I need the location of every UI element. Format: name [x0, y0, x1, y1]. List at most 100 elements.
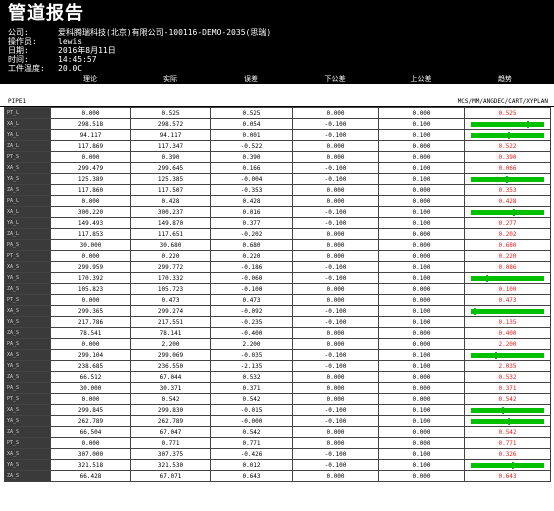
trend-value: 0.326 [498, 450, 517, 458]
table-row[interactable]: ZA_S 105.823 105.723 -0.100 0.000 0.000 0.100 [4, 283, 551, 295]
table-row[interactable]: ZA_S 66.512 67.044 0.532 0.000 0.000 0.532 [4, 371, 551, 383]
upper-tolerance-cell: 0.000 [378, 327, 465, 339]
trend-bar [471, 175, 544, 183]
table-row[interactable]: ZA_S 66.504 67.047 0.542 0.000 0.000 0.542 [4, 426, 551, 438]
table-row[interactable]: XA_S 299.959 299.772 -0.186 -0.100 0.100 0.086 [4, 261, 551, 273]
actual-cell: 321.530 [130, 459, 211, 471]
table-row[interactable]: PT_S 0.000 0.542 0.542 0.000 0.000 0.542 [4, 393, 551, 405]
table-row[interactable]: PT_S 0.000 0.771 0.771 0.000 0.000 0.771 [4, 437, 551, 449]
row-label: PT_L [4, 107, 51, 119]
upper-tolerance-cell: 0.100 [378, 415, 465, 427]
trend-cell [464, 404, 551, 416]
table-row[interactable]: PT_S 0.000 0.220 0.220 0.000 0.000 0.220 [4, 250, 551, 262]
upper-tolerance-cell: 0.000 [378, 371, 465, 383]
table-row[interactable]: ZA_S 78.541 78.141 -0.400 0.000 0.000 0.400 [4, 327, 551, 339]
deviation-cell: -0.235 [210, 316, 293, 328]
upper-tolerance-cell: 0.100 [378, 206, 465, 218]
upper-tolerance-cell: 0.100 [378, 129, 465, 141]
table-row[interactable]: PA_S 0.000 2.200 2.200 0.000 0.000 2.200 [4, 338, 551, 350]
table-row[interactable]: PT_S 0.000 0.473 0.473 0.000 0.000 0.473 [4, 294, 551, 306]
nominal-cell: 299.104 [50, 349, 131, 361]
table-row[interactable]: YA_S 125.389 125.385 -0.004 -0.100 0.100 [4, 173, 551, 185]
lower-tolerance-cell: 0.000 [292, 294, 379, 306]
table-row[interactable]: ZA_L 117.853 117.651 -0.202 0.000 0.000 0.202 [4, 228, 551, 240]
table-row[interactable]: XA_S 299.365 299.274 -0.092 -0.100 0.100 [4, 305, 551, 317]
table-row[interactable]: XA_L 300.220 300.237 0.016 -0.100 0.100 [4, 206, 551, 218]
lower-tolerance-cell: 0.000 [292, 140, 379, 152]
table-row[interactable]: YA_S 170.392 170.332 -0.060 -0.100 0.100 [4, 272, 551, 284]
upper-tolerance-cell: 0.000 [378, 228, 465, 240]
trend-value: 0.428 [498, 197, 517, 205]
row-label: XA_S [4, 349, 51, 361]
nominal-cell: 299.845 [50, 404, 131, 416]
deviation-cell: -0.035 [210, 349, 293, 361]
trend-cell: 0.326 [464, 448, 551, 460]
trend-cell: 0.135 [464, 316, 551, 328]
table-row[interactable]: PA_S 30.000 30.371 0.371 0.000 0.000 0.371 [4, 382, 551, 394]
table-row[interactable]: YA_S 217.786 217.551 -0.235 -0.100 0.100 0.135 [4, 316, 551, 328]
lower-tolerance-cell: -0.100 [292, 305, 379, 317]
row-label: PT_S [4, 250, 51, 262]
trend-cell: 0.428 [464, 195, 551, 207]
deviation-cell: 0.220 [210, 250, 293, 262]
trend-value: 0.542 [498, 395, 517, 403]
actual-cell: 299.274 [130, 305, 211, 317]
trend-marker [473, 307, 476, 315]
date-label: 日期: [8, 46, 29, 55]
actual-cell: 67.071 [130, 470, 211, 482]
row-label: PA_S [4, 382, 51, 394]
trend-bar [471, 351, 544, 359]
actual-cell: 170.332 [130, 272, 211, 284]
table-row[interactable]: XA_S 299.104 299.069 -0.035 -0.100 0.100 [4, 349, 551, 361]
nominal-cell: 30.000 [50, 239, 131, 251]
trend-marker [527, 120, 530, 128]
table-row[interactable]: XA_S 299.479 299.645 0.166 -0.100 0.100 0.066 [4, 162, 551, 174]
upper-tolerance-cell: 0.000 [378, 283, 465, 295]
pipe-mode: MCS/MM/ANGDEC/CART/XYPLAN [457, 98, 548, 105]
trend-cell [464, 118, 551, 130]
table-row[interactable]: ZA_L 117.869 117.347 -0.522 0.000 0.000 0.522 [4, 140, 551, 152]
nominal-cell: 217.786 [50, 316, 131, 328]
lower-tolerance-cell: 0.000 [292, 151, 379, 163]
actual-cell: 299.772 [130, 261, 211, 273]
table-row[interactable]: XA_L 298.518 298.572 0.054 -0.100 0.100 [4, 118, 551, 130]
trend-cell [464, 206, 551, 218]
nominal-cell: 66.512 [50, 371, 131, 383]
table-row[interactable]: XA_S 299.845 299.830 -0.015 -0.100 0.100 [4, 404, 551, 416]
deviation-cell: -0.060 [210, 272, 293, 284]
row-label: YA_S [4, 316, 51, 328]
lower-tolerance-cell: -0.100 [292, 217, 379, 229]
table-row[interactable]: YA_L 94.117 94.117 0.001 -0.100 0.100 [4, 129, 551, 141]
table-row[interactable]: PA_S 30.000 30.680 0.680 0.000 0.000 0.680 [4, 239, 551, 251]
nominal-cell: 0.000 [50, 195, 131, 207]
table-row[interactable]: YA_S 262.789 262.789 -0.000 -0.100 0.100 [4, 415, 551, 427]
actual-cell: 67.047 [130, 426, 211, 438]
table-row[interactable]: YA_L 149.493 149.870 0.377 -0.100 0.100 0.277 [4, 217, 551, 229]
table-row[interactable]: ZA_S 66.428 67.071 0.643 0.000 0.000 0.643 [4, 470, 551, 482]
row-label: ZA_L [4, 228, 51, 240]
nominal-cell: 299.479 [50, 162, 131, 174]
upper-tolerance-cell: 0.100 [378, 404, 465, 416]
nominal-cell: 0.000 [50, 393, 131, 405]
nominal-cell: 299.365 [50, 305, 131, 317]
actual-cell: 0.220 [130, 250, 211, 262]
lower-tolerance-cell: 0.000 [292, 393, 379, 405]
trend-value: 0.135 [498, 318, 517, 326]
trend-cell: 0.220 [464, 250, 551, 262]
actual-cell: 2.200 [130, 338, 211, 350]
row-label: ZA_S [4, 470, 51, 482]
nominal-cell: 0.000 [50, 294, 131, 306]
upper-tolerance-cell: 0.000 [378, 437, 465, 449]
table-row[interactable]: YA_S 238.685 236.550 -2.135 -0.100 0.100 2.035 [4, 360, 551, 372]
nominal-cell: 30.000 [50, 382, 131, 394]
table-row[interactable]: PT_S 0.000 0.390 0.390 0.000 0.000 0.390 [4, 151, 551, 163]
table-row[interactable]: ZA_S 117.860 117.507 -0.353 0.000 0.000 0.353 [4, 184, 551, 196]
trend-cell: 0.066 [464, 162, 551, 174]
deviation-cell: -0.426 [210, 448, 293, 460]
table-row[interactable]: PA_L 0.000 0.428 0.428 0.000 0.000 0.428 [4, 195, 551, 207]
table-row[interactable]: XA_S 307.000 307.375 -0.426 -0.100 0.100 0.326 [4, 448, 551, 460]
table-row[interactable]: YA_S 321.518 321.530 0.012 -0.100 0.100 [4, 459, 551, 471]
table-row[interactable]: PT_L 0.000 0.525 0.525 0.000 0.000 0.525 [4, 107, 551, 119]
upper-tolerance-cell: 0.000 [378, 426, 465, 438]
actual-cell: 299.830 [130, 404, 211, 416]
